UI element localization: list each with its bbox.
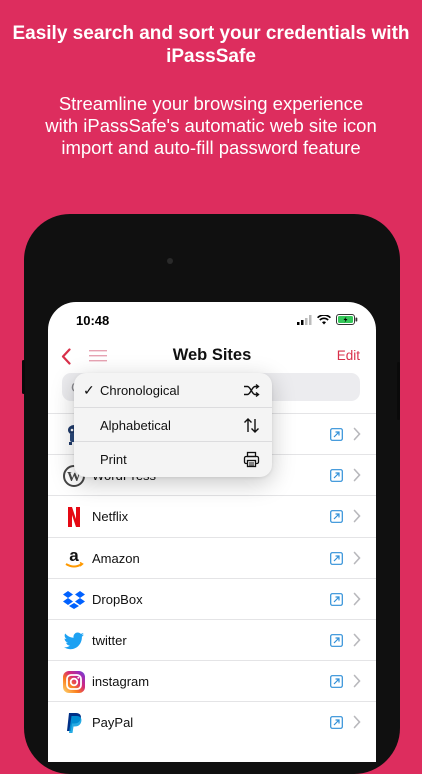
promo-subline: Streamline your browsing experience with… <box>45 93 377 158</box>
sort-dropdown: ✓ Chronological Alphabetical Print <box>74 373 272 477</box>
sort-option-chronological[interactable]: ✓ Chronological <box>74 373 272 408</box>
svg-text:a: a <box>69 548 79 565</box>
printer-icon <box>243 452 260 468</box>
promo-headline: Easily search and sort your credentials … <box>12 23 410 67</box>
site-name: twitter <box>92 632 127 648</box>
chevron-right-icon <box>353 592 361 606</box>
netflix-logo-icon <box>62 505 86 529</box>
open-link-icon[interactable] <box>330 428 343 441</box>
status-icons <box>297 314 358 325</box>
phone-side-button <box>397 362 400 420</box>
site-name: DropBox <box>92 591 143 607</box>
site-name: PayPal <box>92 715 134 731</box>
battery-icon <box>336 314 358 325</box>
open-link-icon[interactable] <box>330 551 343 565</box>
chevron-right-icon <box>353 633 361 647</box>
edit-button[interactable]: Edit <box>337 348 360 363</box>
sort-option-label: Alphabetical <box>100 417 171 433</box>
camera-dot <box>167 258 173 264</box>
site-name: Amazon <box>92 550 140 566</box>
signal-icon <box>297 314 312 325</box>
wifi-icon <box>317 314 331 324</box>
chevron-right-icon <box>353 674 361 688</box>
chevron-right-icon <box>353 509 361 523</box>
sort-option-label: Print <box>100 452 127 468</box>
open-link-icon[interactable] <box>330 510 343 524</box>
checkmark-icon: ✓ <box>83 382 95 398</box>
phone-side-button <box>22 360 25 394</box>
site-name: Netflix <box>92 509 129 525</box>
sort-option-label: Chronological <box>100 383 180 398</box>
site-name: instagram <box>92 674 150 690</box>
chevron-right-icon <box>353 551 361 565</box>
shuffle-icon <box>244 383 260 398</box>
twitter-logo-icon <box>62 629 86 653</box>
instagram-logo-icon <box>62 670 86 694</box>
phone-screen: 10:48 Web Sites Edit W Netflix a Amazon … <box>48 302 376 762</box>
open-link-icon[interactable] <box>330 469 343 483</box>
list-item[interactable]: a Amazon <box>48 536 376 578</box>
chevron-right-icon <box>353 427 361 441</box>
sort-option-alphabetical[interactable]: Alphabetical <box>74 408 272 443</box>
open-link-icon[interactable] <box>330 716 343 730</box>
open-link-icon[interactable] <box>330 675 343 689</box>
page-title: Web Sites <box>172 346 252 364</box>
paypal-logo-icon <box>62 711 86 735</box>
chevron-right-icon <box>353 468 361 482</box>
list-item[interactable]: twitter <box>48 618 376 660</box>
navbar: Web Sites Edit <box>48 340 376 374</box>
sort-option-print[interactable]: Print <box>74 442 272 477</box>
open-link-icon[interactable] <box>330 592 343 606</box>
amazon-logo-icon: a <box>62 547 86 571</box>
list-item[interactable]: DropBox <box>48 577 376 619</box>
list-item[interactable]: PayPal <box>48 701 376 742</box>
status-time: 10:48 <box>76 313 110 328</box>
dropbox-logo-icon <box>62 588 86 612</box>
sort-arrows-icon <box>244 417 259 433</box>
list-item[interactable]: instagram <box>48 660 376 701</box>
chevron-right-icon <box>353 715 361 729</box>
open-link-icon[interactable] <box>330 634 343 647</box>
list-item[interactable]: Netflix <box>48 495 376 536</box>
